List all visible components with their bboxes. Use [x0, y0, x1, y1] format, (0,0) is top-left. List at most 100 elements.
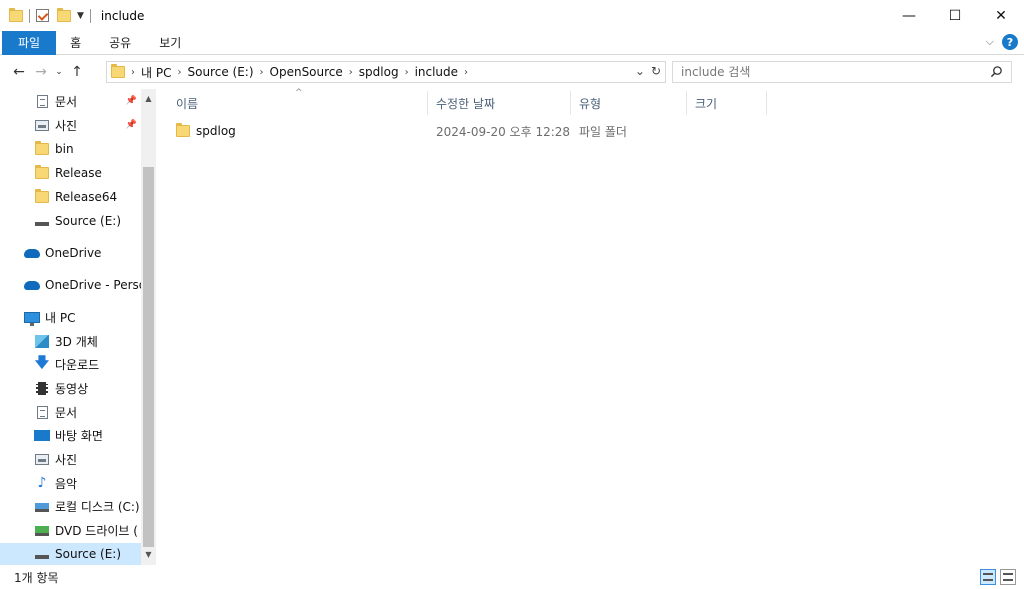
- breadcrumb-separator[interactable]: ›: [405, 67, 409, 78]
- breadcrumb-separator[interactable]: ›: [349, 67, 353, 78]
- search-icon[interactable]: [990, 65, 1003, 78]
- folder-icon: [35, 189, 49, 203]
- nav-item-label: OneDrive - Persor: [45, 278, 141, 292]
- nav-item-release[interactable]: Release: [0, 162, 141, 184]
- tab-file[interactable]: 파일: [2, 30, 57, 55]
- help-icon[interactable]: ?: [1002, 34, 1018, 50]
- nav-item-documents[interactable]: 문서: [0, 401, 141, 423]
- breadcrumb-separator[interactable]: ›: [177, 67, 181, 78]
- nav-item-label: Release64: [55, 190, 118, 204]
- nav-item-pictures[interactable]: 사진: [0, 448, 141, 470]
- nav-item-local-disk-c[interactable]: 로컬 디스크 (C:): [0, 495, 141, 517]
- folder-icon: [9, 7, 23, 22]
- document-icon: [36, 94, 48, 108]
- folder-icon: [176, 123, 190, 137]
- nav-pane-scrollbar[interactable]: ▲ ▼: [141, 89, 156, 565]
- nav-item-onedrive-personal[interactable]: OneDrive - Persor: [0, 274, 141, 296]
- nav-item-label: Source (E:): [55, 214, 122, 228]
- scroll-up-icon[interactable]: ▲: [141, 91, 156, 107]
- tab-share[interactable]: 공유: [95, 31, 145, 55]
- breadcrumb-this-pc[interactable]: 내 PC: [141, 64, 171, 81]
- scroll-down-icon[interactable]: ▼: [141, 547, 156, 563]
- column-header-label: 유형: [579, 96, 602, 111]
- recent-locations-chevron-icon[interactable]: ⌄: [52, 67, 66, 77]
- expand-ribbon-icon[interactable]: ⌵: [986, 35, 994, 49]
- dvd-drive-icon: [35, 526, 49, 536]
- breadcrumb-opensource[interactable]: OpenSource: [270, 65, 343, 79]
- item-count: 1개 항목: [14, 571, 59, 585]
- close-button[interactable]: ✕: [978, 0, 1024, 31]
- maximize-button[interactable]: ☐: [932, 0, 978, 31]
- nav-item-label: 음악: [55, 476, 78, 491]
- column-header-type[interactable]: 유형: [571, 91, 687, 115]
- breadcrumb-separator[interactable]: ›: [260, 67, 264, 78]
- minimize-button[interactable]: —: [886, 0, 932, 31]
- window-controls: — ☐ ✕: [886, 0, 1024, 31]
- breadcrumb-source-drive[interactable]: Source (E:): [187, 65, 253, 79]
- nav-item-documents-pinned[interactable]: 문서 📌: [0, 90, 141, 112]
- column-header-size[interactable]: 크기: [687, 91, 767, 115]
- refresh-icon[interactable]: ↻: [651, 64, 661, 78]
- column-header-name[interactable]: 이름 ^: [168, 88, 428, 115]
- nav-item-label: DVD 드라이브 (: [55, 523, 138, 538]
- download-icon: 🡇: [34, 355, 50, 371]
- nav-item-pictures-pinned[interactable]: 사진 📌: [0, 114, 141, 136]
- nav-item-source-drive-quick[interactable]: Source (E:): [0, 210, 141, 232]
- file-name: spdlog: [196, 124, 236, 138]
- file-row[interactable]: spdlog 2024-09-20 오후 12:28 파일 폴더: [168, 119, 767, 143]
- pc-icon: [24, 311, 40, 326]
- customize-toolbar-icon[interactable]: ▼: [77, 11, 84, 21]
- nav-item-source-drive[interactable]: Source (E:): [0, 543, 141, 565]
- forward-arrow-icon[interactable]: →: [30, 64, 52, 80]
- nav-item-label: 사진: [55, 452, 78, 467]
- search-input[interactable]: [681, 65, 971, 79]
- nav-item-bin[interactable]: bin: [0, 138, 141, 160]
- up-arrow-icon[interactable]: ↑: [66, 64, 88, 80]
- sort-ascending-icon: ^: [295, 88, 303, 98]
- breadcrumb-separator[interactable]: ›: [131, 67, 135, 78]
- file-type: 파일 폴더: [579, 124, 627, 139]
- folder-icon: [35, 165, 49, 179]
- nav-item-dvd-drive[interactable]: DVD 드라이브 (: [0, 519, 141, 541]
- nav-item-videos[interactable]: 동영상: [0, 377, 141, 399]
- search-box[interactable]: [672, 61, 1012, 83]
- file-name-cell[interactable]: spdlog: [168, 123, 428, 138]
- nav-item-this-pc[interactable]: 내 PC: [0, 306, 141, 328]
- nav-item-label: 내 PC: [45, 310, 76, 325]
- back-arrow-icon[interactable]: ←: [8, 64, 30, 80]
- large-icons-view-button[interactable]: [1000, 569, 1016, 585]
- address-history-chevron-icon[interactable]: ⌄: [635, 64, 645, 78]
- breadcrumb-separator[interactable]: ›: [464, 67, 468, 78]
- nav-item-music[interactable]: ♪ 음악: [0, 472, 141, 494]
- video-icon: [36, 381, 48, 395]
- address-bar[interactable]: › 내 PC › Source (E:) › OpenSource › spdl…: [106, 61, 666, 83]
- nav-item-desktop[interactable]: 바탕 화면: [0, 424, 141, 446]
- details-view-button[interactable]: [980, 569, 996, 585]
- breadcrumb-spdlog[interactable]: spdlog: [359, 65, 399, 79]
- cloud-icon: [24, 248, 40, 258]
- nav-item-release64[interactable]: Release64: [0, 186, 141, 208]
- breadcrumb-include[interactable]: include: [415, 65, 458, 79]
- column-header-modified[interactable]: 수정한 날짜: [428, 91, 571, 115]
- quick-access-toolbar: ▼ include: [0, 0, 144, 31]
- nav-item-onedrive[interactable]: OneDrive: [0, 242, 141, 264]
- drive-icon: [35, 555, 49, 559]
- nav-item-3d-objects[interactable]: 3D 개체: [0, 330, 141, 352]
- new-folder-icon[interactable]: [57, 7, 71, 22]
- nav-item-downloads[interactable]: 🡇 다운로드: [0, 353, 141, 375]
- pin-icon[interactable]: 📌: [126, 96, 137, 106]
- ribbon-tabs: 파일 홈 공유 보기 ⌵ ?: [0, 30, 1024, 55]
- nav-item-label: 사진: [55, 118, 78, 133]
- pictures-icon: [35, 453, 49, 465]
- 3d-objects-icon: [35, 334, 49, 348]
- tab-view[interactable]: 보기: [145, 31, 195, 55]
- nav-item-label: Source (E:): [55, 547, 122, 561]
- nav-item-label: bin: [55, 142, 74, 156]
- properties-icon[interactable]: [36, 9, 49, 22]
- nav-item-label: 동영상: [55, 381, 89, 396]
- scrollbar-thumb[interactable]: [143, 167, 154, 547]
- column-header-label: 크기: [695, 96, 718, 111]
- pin-icon[interactable]: 📌: [126, 120, 137, 130]
- tab-home[interactable]: 홈: [56, 31, 95, 55]
- nav-item-label: 바탕 화면: [55, 428, 103, 443]
